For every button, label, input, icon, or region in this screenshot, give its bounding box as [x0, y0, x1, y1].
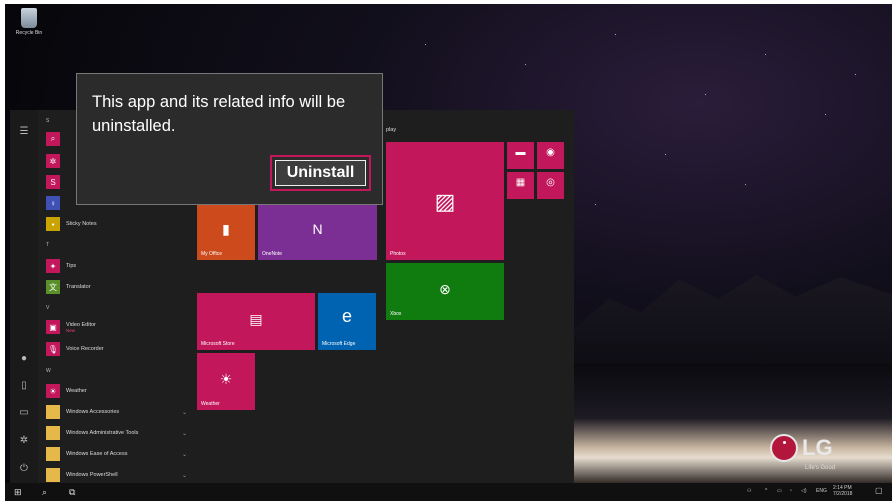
- music-disc-icon: ◉: [546, 147, 555, 159]
- weather-icon: ☀: [46, 384, 60, 398]
- recycle-bin-icon: [21, 8, 37, 28]
- chevron-up-icon[interactable]: ^: [765, 488, 767, 494]
- app-item[interactable]: S: [46, 174, 66, 190]
- app-item[interactable]: ♀: [46, 195, 66, 211]
- sun-icon: ☀: [219, 371, 233, 388]
- tile-microsoft-edge[interactable]: e Microsoft Edge: [318, 293, 376, 350]
- tips-icon: ♀: [46, 196, 60, 210]
- dialog-message: This app and its related info will be un…: [92, 93, 346, 135]
- store-bag-icon: ▤: [249, 311, 263, 328]
- chevron-down-icon[interactable]: ⌄: [182, 430, 187, 437]
- lg-tagline: Life's Good: [805, 465, 836, 471]
- recycle-bin[interactable]: Recycle Bin: [9, 8, 49, 36]
- letter-header-w[interactable]: W: [46, 368, 51, 374]
- action-center-icon[interactable]: ▢: [875, 486, 883, 495]
- uninstall-button[interactable]: Uninstall: [275, 160, 366, 186]
- uninstall-dialog: This app and its related info will be un…: [76, 73, 383, 205]
- app-label: Video Editor: [66, 321, 96, 328]
- taskbar: ⊞ ⌕ ⧉ ⚇ ^ ▭ ◔ ◁) ENG 2:14 PM 7/2/2018 ▢: [5, 483, 892, 501]
- letter-header-t[interactable]: T: [46, 242, 49, 248]
- tile-photos[interactable]: ▨ Photos: [386, 142, 504, 260]
- tile-group-label: play: [386, 127, 397, 133]
- lg-logo: LG: [770, 434, 833, 462]
- skype-icon: S: [46, 175, 60, 189]
- tile-my-office[interactable]: ▮ My Office: [197, 203, 255, 260]
- tile-weather[interactable]: ☀ Weather: [197, 353, 255, 410]
- documents-icon[interactable]: ▯: [18, 380, 30, 392]
- windows-start-icon[interactable]: ⊞: [14, 486, 22, 498]
- hamburger-menu-icon[interactable]: ☰: [18, 126, 30, 138]
- app-item-translator[interactable]: 文 Translator: [46, 279, 91, 295]
- new-badge: New: [66, 327, 76, 333]
- app-item-video-editor[interactable]: ▣ Video Editor New: [46, 319, 96, 335]
- pictures-icon[interactable]: ▭: [18, 407, 30, 419]
- language-indicator[interactable]: ENG: [816, 488, 827, 494]
- edge-icon: e: [341, 305, 352, 326]
- video-editor-icon: ▣: [46, 320, 60, 334]
- app-item-windows-ease-of-access[interactable]: Windows Ease of Access: [46, 446, 127, 462]
- battery-icon[interactable]: ▭: [777, 488, 782, 494]
- lg-logo-text: LG: [802, 435, 833, 460]
- chevron-down-icon[interactable]: ⌄: [182, 451, 187, 458]
- wallpaper-lake: [570, 364, 892, 484]
- people-icon[interactable]: ⚇: [747, 488, 751, 494]
- clapperboard-icon: ▬: [515, 147, 526, 159]
- gear-icon: ✲: [46, 154, 60, 168]
- tile-microsoft-store[interactable]: ▤ Microsoft Store: [197, 293, 315, 350]
- user-avatar-icon[interactable]: ●: [18, 353, 30, 365]
- app-item-sticky-notes[interactable]: ▪ Sticky Notes: [46, 216, 97, 232]
- app-item-windows-accessories[interactable]: Windows Accessories: [46, 404, 119, 420]
- tile-xbox[interactable]: ⊗ Xbox: [386, 263, 504, 320]
- app-item-weather[interactable]: ☀ Weather: [46, 383, 87, 399]
- office-icon: ▮: [222, 221, 230, 238]
- settings-gear-icon[interactable]: ✲: [18, 435, 30, 447]
- start-rail: ☰ ● ▯ ▭ ✲ ⏻: [10, 110, 38, 483]
- app-item-windows-admin-tools[interactable]: Windows Administrative Tools: [46, 425, 138, 441]
- lightbulb-icon: ✦: [46, 259, 60, 273]
- app-item[interactable]: ✲: [46, 153, 66, 169]
- recycle-bin-label: Recycle Bin: [15, 30, 43, 36]
- xbox-icon: ⊗: [439, 281, 451, 298]
- tile-calculator[interactable]: ▦: [507, 172, 534, 199]
- wallpaper-mountains: [570, 274, 892, 376]
- folder-icon: [46, 468, 60, 482]
- folder-icon: [46, 447, 60, 461]
- microphone-icon: 🎙: [46, 342, 60, 356]
- app-item[interactable]: ⌕: [46, 131, 66, 147]
- tile-groove[interactable]: ◉: [537, 142, 564, 169]
- clock[interactable]: 2:14 PM 7/2/2018: [833, 485, 852, 497]
- chevron-down-icon[interactable]: ⌄: [182, 472, 187, 479]
- sticky-notes-icon: ▪: [46, 217, 60, 231]
- letter-header-s[interactable]: S: [46, 118, 49, 124]
- clock-date: 7/2/2018: [833, 491, 853, 497]
- translator-icon: 文: [46, 280, 60, 294]
- tile-camera[interactable]: ◎: [537, 172, 564, 199]
- search-icon[interactable]: ⌕: [42, 486, 47, 498]
- chevron-down-icon[interactable]: ⌄: [182, 409, 187, 416]
- app-item-windows-powershell[interactable]: Windows PowerShell: [46, 467, 118, 483]
- photos-icon: ▨: [434, 189, 456, 215]
- onenote-icon: N: [312, 221, 323, 238]
- webcam-icon: ◎: [546, 177, 555, 189]
- lg-logo-icon: [770, 434, 798, 462]
- app-item-voice-recorder[interactable]: 🎙 Voice Recorder: [46, 341, 104, 357]
- tile-onenote[interactable]: N OneNote: [258, 203, 377, 260]
- calculator-icon: ▦: [515, 177, 526, 189]
- app-item-tips[interactable]: ✦ Tips: [46, 258, 76, 274]
- power-icon[interactable]: ⏻: [18, 463, 30, 475]
- uninstall-button-highlight: Uninstall: [270, 155, 371, 191]
- search-icon: ⌕: [46, 132, 60, 146]
- folder-icon: [46, 426, 60, 440]
- tile-movies[interactable]: ▬: [507, 142, 534, 169]
- desktop: LG Life's Good Recycle Bin ☰ ● ▯ ▭ ✲ ⏻ S…: [5, 4, 892, 501]
- task-view-icon[interactable]: ⧉: [69, 486, 75, 498]
- network-icon[interactable]: ◔: [789, 488, 792, 494]
- letter-header-v[interactable]: V: [46, 305, 49, 311]
- folder-icon: [46, 405, 60, 419]
- volume-icon[interactable]: ◁): [801, 488, 807, 494]
